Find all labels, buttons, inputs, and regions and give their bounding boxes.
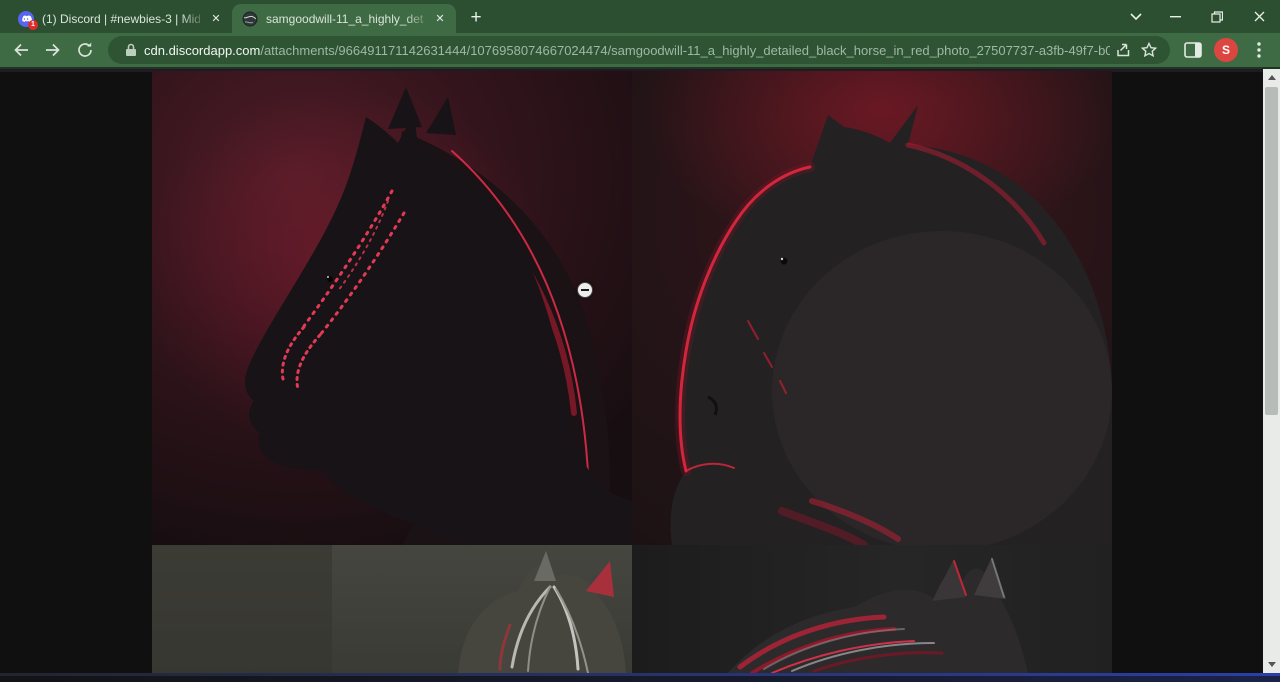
- page-content: [0, 69, 1280, 673]
- minimize-icon[interactable]: [1154, 0, 1196, 33]
- image-quadrant-bottom-left: [152, 545, 632, 673]
- toolbar: cdn.discordapp.com/attachments/966491171…: [0, 33, 1280, 69]
- menu-dots-icon[interactable]: [1244, 35, 1274, 65]
- scroll-down-icon[interactable]: [1263, 656, 1280, 673]
- notification-badge: 1: [28, 20, 38, 30]
- restore-icon[interactable]: [1196, 0, 1238, 33]
- url-text: cdn.discordapp.com/attachments/966491171…: [144, 43, 1110, 58]
- reload-icon[interactable]: [70, 35, 100, 65]
- tab-discord[interactable]: 1 (1) Discord | #newbies-3 | Midjou ✕: [8, 4, 232, 33]
- scrollbar-thumb[interactable]: [1265, 87, 1278, 415]
- tab-strip: 1 (1) Discord | #newbies-3 | Midjou ✕ sa…: [0, 0, 1280, 33]
- tab-image-viewer[interactable]: samgoodwill-11_a_highly_detaile ✕: [232, 4, 456, 33]
- new-tab-button[interactable]: +: [462, 4, 490, 32]
- url-domain: cdn.discordapp.com: [144, 43, 260, 58]
- url-bar[interactable]: cdn.discordapp.com/attachments/966491171…: [108, 36, 1170, 64]
- vertical-scrollbar[interactable]: [1263, 69, 1280, 673]
- close-tab-icon[interactable]: ✕: [208, 11, 224, 27]
- close-window-icon[interactable]: [1238, 0, 1280, 33]
- taskbar-edge: [0, 673, 1280, 682]
- tab-title-fade: [180, 4, 208, 33]
- close-tab-icon[interactable]: ✕: [432, 11, 448, 27]
- viewer-image[interactable]: [152, 71, 1112, 673]
- image-quadrant-top-left: [152, 71, 632, 545]
- discord-favicon-icon: 1: [18, 11, 34, 27]
- share-icon[interactable]: [1110, 37, 1136, 63]
- tab-title-fade: [404, 4, 432, 33]
- profile-avatar[interactable]: S: [1214, 38, 1238, 62]
- scroll-up-icon[interactable]: [1263, 69, 1280, 86]
- image-quadrant-top-right: [632, 71, 1112, 545]
- tab-search-icon[interactable]: [1118, 0, 1154, 33]
- tab-title: samgoodwill-11_a_highly_detaile: [266, 12, 424, 26]
- image-quadrant-bottom-right: [632, 545, 1112, 673]
- bookmark-star-icon[interactable]: [1136, 37, 1162, 63]
- tab-title: (1) Discord | #newbies-3 | Midjou: [42, 12, 200, 26]
- url-path: /attachments/966491171142631444/10769580…: [260, 43, 1110, 58]
- globe-favicon-icon: [242, 11, 258, 27]
- back-icon[interactable]: [6, 35, 36, 65]
- taskbar-body: [0, 676, 1280, 682]
- lock-icon[interactable]: [118, 37, 144, 63]
- window-controls: [1118, 0, 1280, 33]
- zoom-out-cursor-icon: [577, 282, 593, 298]
- forward-icon[interactable]: [38, 35, 68, 65]
- side-panel-icon[interactable]: [1178, 35, 1208, 65]
- browser-window: 1 (1) Discord | #newbies-3 | Midjou ✕ sa…: [0, 0, 1280, 682]
